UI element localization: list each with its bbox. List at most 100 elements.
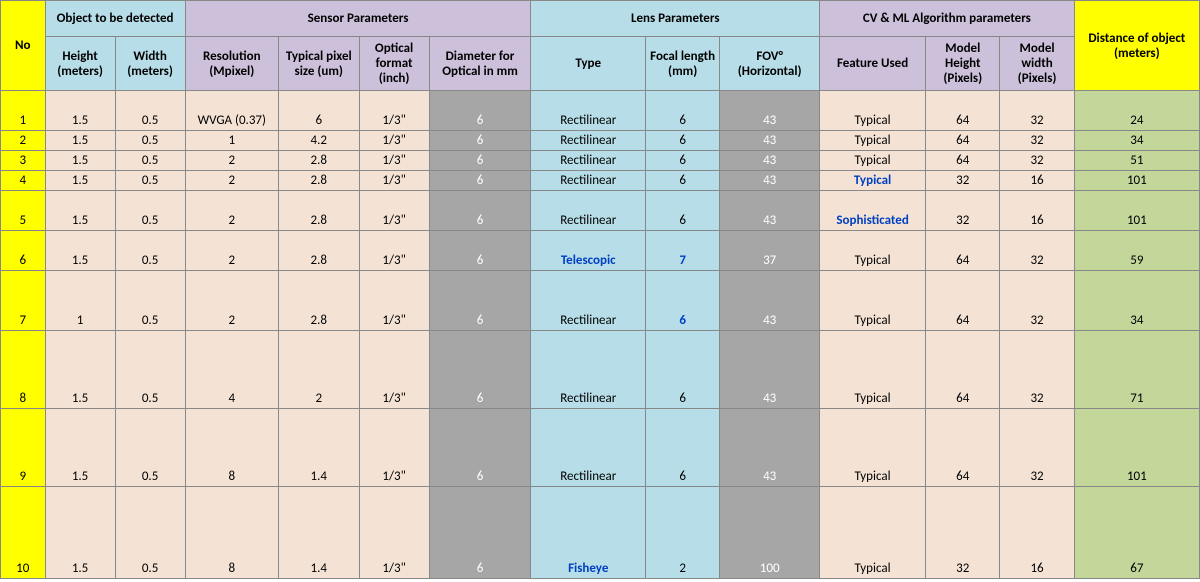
cell-diameter: 6 [429, 271, 531, 331]
table-row: 101.50.581.41/3"6Fisheye2100Typical32166… [1, 487, 1200, 579]
header-sub-row: Height (meters) Width (meters) Resolutio… [1, 37, 1200, 91]
table-row: 31.50.522.81/3"6Rectilinear643Typical643… [1, 151, 1200, 171]
cell-type: Rectilinear [531, 91, 646, 131]
table-row: 81.50.5421/3"6Rectilinear643Typical64327… [1, 331, 1200, 409]
cell-type: Rectilinear [531, 331, 646, 409]
cell-model_w: 16 [1000, 171, 1074, 191]
col-height-header: Height (meters) [45, 37, 115, 91]
cell-width: 0.5 [115, 487, 185, 579]
cell-model_w: 16 [1000, 191, 1074, 231]
cell-format: 1/3" [359, 151, 429, 171]
cell-resolution: WVGA (0.37) [185, 91, 278, 131]
cell-resolution: 2 [185, 191, 278, 231]
group-sensor-header: Sensor Parameters [185, 1, 531, 37]
cell-width: 0.5 [115, 151, 185, 171]
cell-no: 6 [1, 231, 46, 271]
parameters-table: No Object to be detected Sensor Paramete… [0, 0, 1200, 579]
cell-pixel: 1.4 [278, 409, 359, 487]
cell-resolution: 8 [185, 409, 278, 487]
cell-fov: 43 [720, 191, 820, 231]
cell-width: 0.5 [115, 131, 185, 151]
cell-format: 1/3" [359, 171, 429, 191]
cell-model_w: 32 [1000, 409, 1074, 487]
cell-no: 10 [1, 487, 46, 579]
cell-diameter: 6 [429, 131, 531, 151]
col-resolution-header: Resolution (Mpixel) [185, 37, 278, 91]
col-fov-header: FOV° (Horizontal) [720, 37, 820, 91]
cell-pixel: 2.8 [278, 171, 359, 191]
cell-no: 8 [1, 331, 46, 409]
cell-no: 2 [1, 131, 46, 151]
table-row: 41.50.522.81/3"6Rectilinear643Typical321… [1, 171, 1200, 191]
cell-model_h: 64 [926, 91, 1000, 131]
col-type-header: Type [531, 37, 646, 91]
cell-feature: Typical [820, 151, 926, 171]
col-diameter-header: Diameter for Optical in mm [429, 37, 531, 91]
cell-diameter: 6 [429, 487, 531, 579]
cell-height: 1.5 [45, 409, 115, 487]
cell-focal: 6 [646, 131, 720, 151]
table-row: 710.522.81/3"6Rectilinear643Typical64323… [1, 271, 1200, 331]
cell-format: 1/3" [359, 191, 429, 231]
cell-height: 1.5 [45, 171, 115, 191]
cell-model_h: 64 [926, 331, 1000, 409]
cell-model_h: 32 [926, 487, 1000, 579]
cell-format: 1/3" [359, 91, 429, 131]
table-row: 21.50.514.21/3"6Rectilinear643Typical643… [1, 131, 1200, 151]
cell-distance: 34 [1074, 271, 1199, 331]
cell-distance: 101 [1074, 191, 1199, 231]
cell-height: 1.5 [45, 151, 115, 171]
cell-model_h: 64 [926, 231, 1000, 271]
cell-height: 1.5 [45, 487, 115, 579]
cell-model_h: 32 [926, 191, 1000, 231]
cell-width: 0.5 [115, 271, 185, 331]
cell-pixel: 2.8 [278, 151, 359, 171]
cell-pixel: 2.8 [278, 191, 359, 231]
cell-width: 0.5 [115, 191, 185, 231]
cell-height: 1 [45, 271, 115, 331]
cell-resolution: 4 [185, 331, 278, 409]
cell-fov: 100 [720, 487, 820, 579]
cell-distance: 51 [1074, 151, 1199, 171]
cell-fov: 43 [720, 131, 820, 151]
cell-resolution: 8 [185, 487, 278, 579]
cell-feature: Typical [820, 171, 926, 191]
cell-focal: 6 [646, 171, 720, 191]
cell-distance: 34 [1074, 131, 1199, 151]
cell-focal: 6 [646, 409, 720, 487]
cell-model_w: 32 [1000, 231, 1074, 271]
col-feature-header: Feature Used [820, 37, 926, 91]
group-cvml-header: CV & ML Algorithm parameters [820, 1, 1075, 37]
cell-format: 1/3" [359, 231, 429, 271]
cell-diameter: 6 [429, 331, 531, 409]
cell-fov: 43 [720, 91, 820, 131]
col-focal-header: Focal length (mm) [646, 37, 720, 91]
cell-format: 1/3" [359, 331, 429, 409]
cell-height: 1.5 [45, 131, 115, 151]
cell-model_h: 32 [926, 171, 1000, 191]
cell-model_w: 32 [1000, 151, 1074, 171]
col-format-header: Optical format (inch) [359, 37, 429, 91]
col-no-header: No [1, 1, 46, 91]
cell-width: 0.5 [115, 409, 185, 487]
col-distance-header: Distance of object (meters) [1074, 1, 1199, 91]
cell-height: 1.5 [45, 191, 115, 231]
header-group-row: No Object to be detected Sensor Paramete… [1, 1, 1200, 37]
cell-feature: Sophisticated [820, 191, 926, 231]
cell-format: 1/3" [359, 271, 429, 331]
group-object-header: Object to be detected [45, 1, 185, 37]
cell-fov: 43 [720, 409, 820, 487]
cell-no: 3 [1, 151, 46, 171]
cell-diameter: 6 [429, 231, 531, 271]
cell-pixel: 2 [278, 331, 359, 409]
cell-model_h: 64 [926, 151, 1000, 171]
cell-diameter: 6 [429, 171, 531, 191]
cell-type: Rectilinear [531, 271, 646, 331]
cell-fov: 43 [720, 171, 820, 191]
cell-distance: 71 [1074, 331, 1199, 409]
cell-feature: Typical [820, 271, 926, 331]
cell-diameter: 6 [429, 151, 531, 171]
col-pixel-header: Typical pixel size (um) [278, 37, 359, 91]
cell-focal: 6 [646, 191, 720, 231]
cell-resolution: 1 [185, 131, 278, 151]
